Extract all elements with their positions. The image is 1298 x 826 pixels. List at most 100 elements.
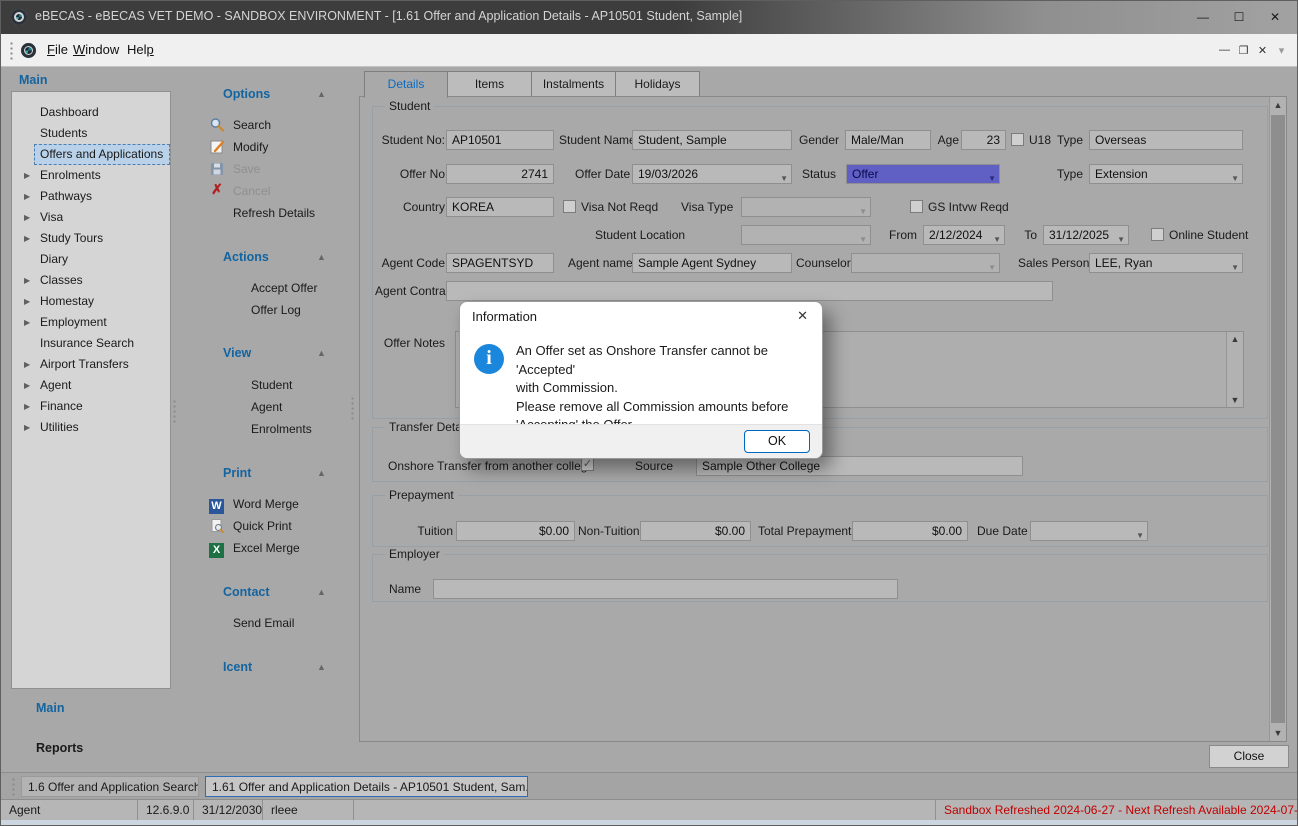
sidebar-item-agent[interactable]: ▶Agent <box>14 375 168 396</box>
print-quick-print[interactable]: Quick Print <box>233 516 292 536</box>
student-location-combo[interactable]: ▼ <box>741 225 871 245</box>
action-accept-offer[interactable]: Accept Offer <box>251 278 317 298</box>
non-tuition-field[interactable]: $0.00 <box>640 521 751 541</box>
sidebar-item-offers-and-applications[interactable]: Offers and Applications <box>14 144 168 165</box>
combo-arrow-icon[interactable]: ▼ <box>780 170 788 184</box>
sidebar-item-study-tours[interactable]: ▶Study Tours <box>14 228 168 249</box>
combo-arrow-icon[interactable]: ▼ <box>1136 527 1144 541</box>
content-scrollbar[interactable]: ▲ ▼ <box>1269 97 1286 741</box>
doctab-offer-search[interactable]: 1.6 Offer and Application Search <box>21 776 199 797</box>
close-icon[interactable]: ✕ <box>1257 1 1293 34</box>
mdi-restore-icon[interactable]: ❐ <box>1234 44 1253 57</box>
menu-help[interactable]: Help <box>119 34 162 66</box>
onshore-transfer-checkbox[interactable]: ✓ <box>581 458 594 471</box>
panel-splitter[interactable] <box>350 396 355 422</box>
tree-expand-icon[interactable]: ▶ <box>24 186 30 207</box>
print-excel-merge[interactable]: Excel Merge <box>233 538 300 558</box>
gs-intvw-reqd-checkbox[interactable] <box>910 200 923 213</box>
action-modify[interactable]: Modify <box>233 137 268 157</box>
collapse-icon[interactable]: ▲ <box>317 662 326 672</box>
agent-code-field[interactable]: SPAGENTSYD <box>446 253 554 273</box>
view-enrolments[interactable]: Enrolments <box>251 419 312 439</box>
visa-type-combo[interactable]: ▼ <box>741 197 871 217</box>
counselor-combo[interactable]: ▼ <box>851 253 1000 273</box>
tree-expand-icon[interactable]: ▶ <box>24 417 30 438</box>
student-no-field[interactable]: AP10501 <box>446 130 554 150</box>
scroll-up-icon[interactable]: ▲ <box>1270 100 1286 110</box>
from-date-combo[interactable]: 2/12/2024▼ <box>923 225 1005 245</box>
to-date-combo[interactable]: 31/12/2025▼ <box>1043 225 1129 245</box>
sidebar-item-pathways[interactable]: ▶Pathways <box>14 186 168 207</box>
scroll-down-icon[interactable]: ▼ <box>1270 728 1286 738</box>
tab-instalments[interactable]: Instalments <box>531 71 616 97</box>
sidebar-item-employment[interactable]: ▶Employment <box>14 312 168 333</box>
type-field[interactable]: Overseas <box>1089 130 1243 150</box>
tab-details[interactable]: Details <box>364 71 448 98</box>
tree-expand-icon[interactable]: ▶ <box>24 375 30 396</box>
tab-holidays[interactable]: Holidays <box>615 71 700 97</box>
doctab-offer-details[interactable]: 1.61 Offer and Application Details - AP1… <box>205 776 528 797</box>
offer-type-combo[interactable]: Extension▼ <box>1089 164 1243 184</box>
visa-not-reqd-checkbox[interactable] <box>563 200 576 213</box>
tree-expand-icon[interactable]: ▶ <box>24 396 30 417</box>
student-name-field[interactable]: Student, Sample <box>632 130 792 150</box>
sidebar-item-classes[interactable]: ▶Classes <box>14 270 168 291</box>
nav-footer-main[interactable]: Main <box>36 701 64 715</box>
dialog-close-icon[interactable]: ✕ <box>797 308 808 324</box>
nav-splitter[interactable] <box>172 399 177 425</box>
sidebar-item-finance[interactable]: ▶Finance <box>14 396 168 417</box>
combo-arrow-icon[interactable]: ▼ <box>1117 231 1125 245</box>
due-date-combo[interactable]: ▼ <box>1030 521 1148 541</box>
action-offer-log[interactable]: Offer Log <box>251 300 301 320</box>
combo-arrow-icon[interactable]: ▼ <box>988 170 996 184</box>
collapse-icon[interactable]: ▲ <box>317 587 326 597</box>
ok-button[interactable]: OK <box>744 430 810 453</box>
total-prepayment-field[interactable]: $0.00 <box>852 521 968 541</box>
close-button[interactable]: Close <box>1209 745 1289 768</box>
menu-window[interactable]: Window <box>65 34 127 66</box>
combo-arrow-icon[interactable]: ▼ <box>1231 259 1239 273</box>
sidebar-item-utilities[interactable]: ▶Utilities <box>14 417 168 438</box>
collapse-icon[interactable]: ▲ <box>317 252 326 262</box>
sidebar-item-insurance-search[interactable]: Insurance Search <box>14 333 168 354</box>
tree-expand-icon[interactable]: ▶ <box>24 354 30 375</box>
collapse-icon[interactable]: ▲ <box>317 89 326 99</box>
sidebar-item-enrolments[interactable]: ▶Enrolments <box>14 165 168 186</box>
combo-arrow-icon[interactable]: ▼ <box>988 259 996 273</box>
agent-contract-field[interactable] <box>446 281 1053 301</box>
employer-name-field[interactable] <box>433 579 898 599</box>
combo-arrow-icon[interactable]: ▼ <box>859 231 867 245</box>
toolbar-grip[interactable] <box>9 41 14 61</box>
combo-arrow-icon[interactable]: ▼ <box>859 203 867 217</box>
action-refresh-details[interactable]: Refresh Details <box>233 203 315 223</box>
tab-items[interactable]: Items <box>447 71 532 97</box>
sidebar-item-airport-transfers[interactable]: ▶Airport Transfers <box>14 354 168 375</box>
tree-expand-icon[interactable]: ▶ <box>24 165 30 186</box>
tree-expand-icon[interactable]: ▶ <box>24 291 30 312</box>
collapse-icon[interactable]: ▲ <box>317 348 326 358</box>
sidebar-item-students[interactable]: Students <box>14 123 168 144</box>
gender-field[interactable]: Male/Man <box>845 130 931 150</box>
country-field[interactable]: KOREA <box>446 197 554 217</box>
sidebar-item-visa[interactable]: ▶Visa <box>14 207 168 228</box>
offer-no-field[interactable]: 2741 <box>446 164 554 184</box>
view-student[interactable]: Student <box>251 375 292 395</box>
mdi-close-icon[interactable]: ✕ <box>1253 44 1272 57</box>
tuition-field[interactable]: $0.00 <box>456 521 575 541</box>
online-student-checkbox[interactable] <box>1151 228 1164 241</box>
sidebar-item-diary[interactable]: Diary <box>14 249 168 270</box>
agent-name-field[interactable]: Sample Agent Sydney <box>632 253 792 273</box>
view-agent[interactable]: Agent <box>251 397 282 417</box>
action-search[interactable]: Search <box>233 115 271 135</box>
sidebar-item-dashboard[interactable]: Dashboard <box>14 102 168 123</box>
status-combo[interactable]: Offer▼ <box>846 164 1000 184</box>
print-word-merge[interactable]: Word Merge <box>233 494 299 514</box>
collapse-icon[interactable]: ▲ <box>317 468 326 478</box>
offer-notes-scrollbar[interactable]: ▲ ▼ <box>1226 332 1243 407</box>
age-field[interactable]: 23 <box>961 130 1006 150</box>
sidebar-item-homestay[interactable]: ▶Homestay <box>14 291 168 312</box>
mdi-minimize-icon[interactable]: — <box>1215 44 1234 56</box>
minimize-icon[interactable]: — <box>1185 1 1221 34</box>
source-field[interactable]: Sample Other College <box>696 456 1023 476</box>
contact-send-email[interactable]: Send Email <box>233 613 294 633</box>
